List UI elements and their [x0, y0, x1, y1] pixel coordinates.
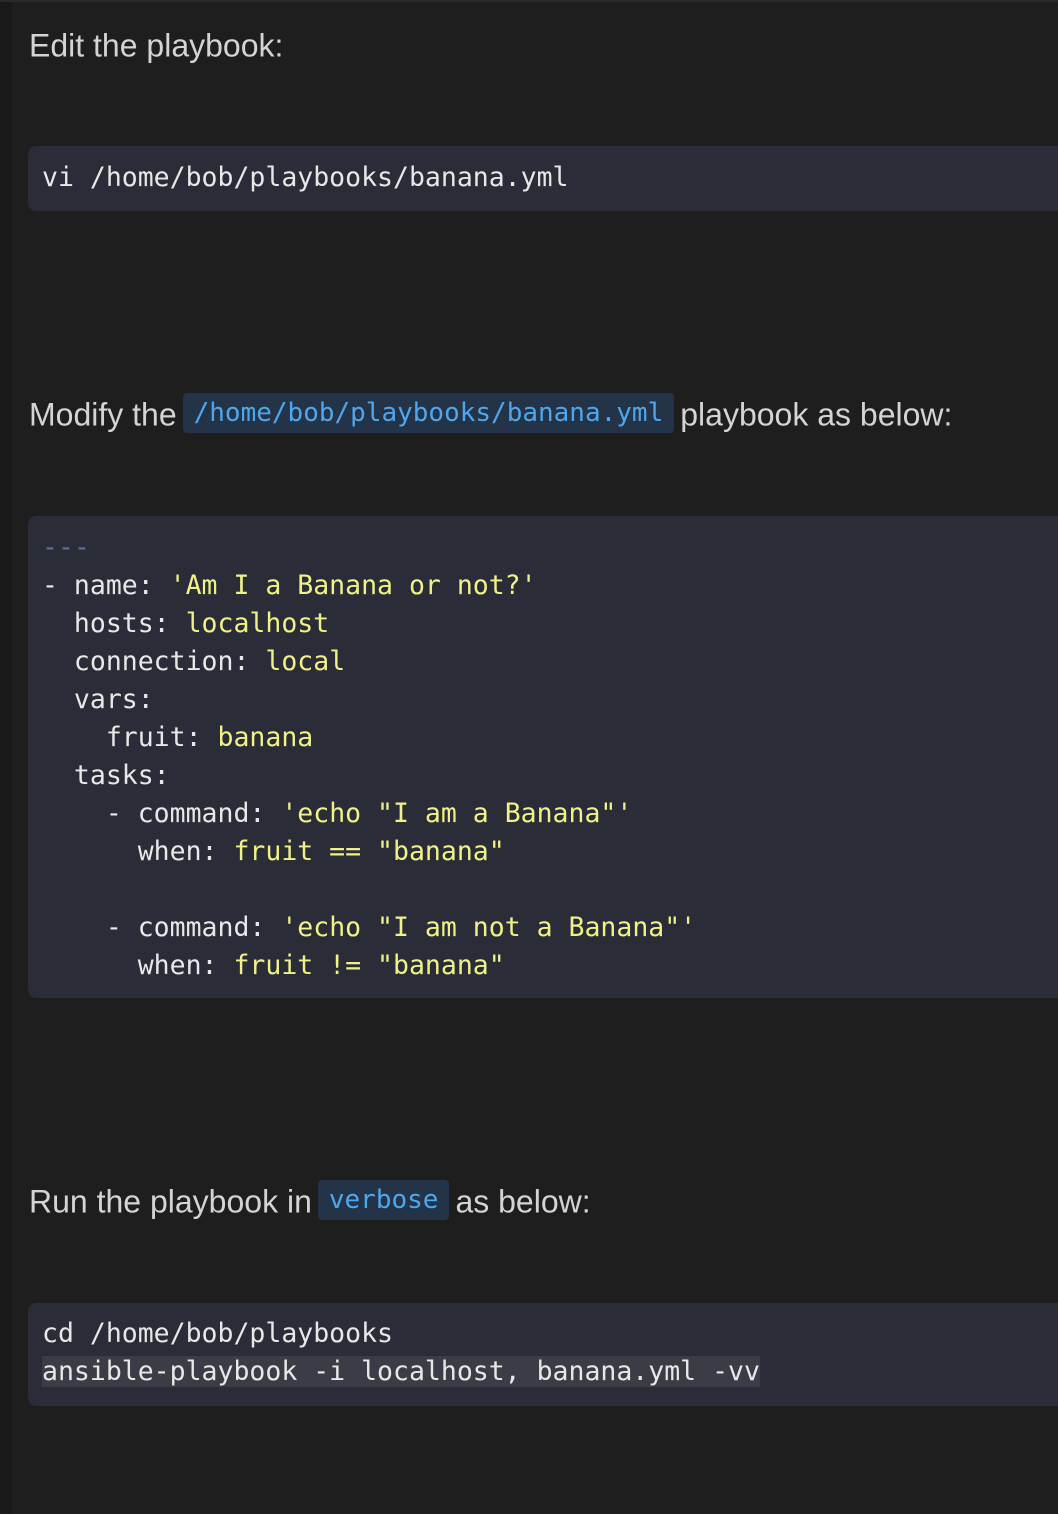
yaml-line-vars: vars:: [42, 681, 1058, 719]
yaml-value: fruit == "banana": [233, 836, 505, 867]
yaml-key: connection:: [42, 646, 266, 677]
left-margin: [0, 0, 12, 1514]
yaml-line-fruit: fruit: banana: [42, 719, 1058, 757]
yaml-value: 'Am I a Banana or not?': [169, 570, 537, 601]
yaml-value: fruit != "banana": [233, 950, 505, 981]
edit-instruction-text: Edit the playbook:: [29, 27, 284, 64]
modify-text-before: Modify the: [29, 396, 177, 433]
run-text-after: as below:: [455, 1183, 591, 1220]
yaml-line-tasks: tasks:: [42, 757, 1058, 795]
run-text-before: Run the playbook in: [29, 1183, 312, 1220]
yaml-key: vars:: [42, 684, 154, 715]
yaml-key: when:: [42, 950, 234, 981]
top-border: [0, 0, 1058, 2]
yaml-document-marker: ---: [42, 532, 90, 563]
yaml-value: 'echo "I am not a Banana"': [281, 912, 697, 943]
code-line: vi /home/bob/playbooks/banana.yml: [42, 162, 569, 193]
yaml-line-connection: connection: local: [42, 643, 1058, 681]
modify-instruction: Modify the/home/bob/playbooks/banana.yml…: [29, 392, 952, 435]
yaml-line-doc-start: ---: [42, 529, 1058, 567]
yaml-line-when-2: when: fruit != "banana": [42, 947, 1058, 985]
yaml-key: - command:: [42, 798, 282, 829]
edit-command-block[interactable]: vi /home/bob/playbooks/banana.yml: [28, 146, 1058, 211]
yaml-key: tasks:: [42, 760, 170, 791]
run-command-block[interactable]: cd /home/bob/playbooks ansible-playbook …: [28, 1303, 1058, 1406]
yaml-value: local: [265, 646, 346, 677]
yaml-line-when-1: when: fruit == "banana": [42, 833, 1058, 871]
yaml-key: - command:: [42, 912, 282, 943]
yaml-line-hosts: hosts: localhost: [42, 605, 1058, 643]
yaml-line-command-1: - command: 'echo "I am a Banana"': [42, 795, 1058, 833]
yaml-line-name: - name: 'Am I a Banana or not?': [42, 567, 1058, 605]
code-line-selected: ansible-playbook -i localhost, banana.ym…: [42, 1356, 760, 1387]
playbook-code-block[interactable]: --- - name: 'Am I a Banana or not?' host…: [28, 516, 1058, 998]
run-instruction: Run the playbook in verbose as below:: [29, 1179, 591, 1222]
yaml-value: banana: [217, 722, 314, 753]
modify-text-after: playbook as below:: [680, 396, 953, 433]
yaml-key: - name:: [42, 570, 170, 601]
yaml-key: hosts:: [42, 608, 186, 639]
code-line-wrapper: ansible-playbook -i localhost, banana.ym…: [42, 1353, 1058, 1391]
yaml-line-command-2: - command: 'echo "I am not a Banana"': [42, 909, 1058, 947]
yaml-line-blank: [42, 871, 1058, 909]
inline-code-verbose: verbose: [317, 1179, 450, 1220]
yaml-value: 'echo "I am a Banana"': [281, 798, 633, 829]
edit-instruction: Edit the playbook:: [29, 23, 283, 66]
yaml-key: fruit:: [42, 722, 218, 753]
yaml-key: when:: [42, 836, 234, 867]
code-line: cd /home/bob/playbooks: [42, 1318, 393, 1349]
inline-code-path: /home/bob/playbooks/banana.yml: [182, 392, 675, 433]
yaml-value: localhost: [185, 608, 330, 639]
